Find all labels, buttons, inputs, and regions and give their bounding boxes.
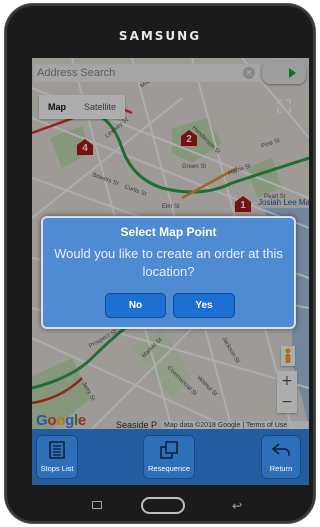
resequence-icon: [160, 441, 178, 459]
dialog-message: Would you like to create an order at thi…: [54, 246, 283, 279]
dialog-title: Select Map Point: [120, 225, 217, 239]
return-label: Return: [269, 464, 293, 473]
no-button[interactable]: No: [105, 293, 166, 318]
brand-logo: SAMSUNG: [118, 29, 202, 43]
yes-button[interactable]: Yes: [173, 293, 235, 318]
back-icon[interactable]: ↩: [232, 499, 242, 513]
home-button-icon[interactable]: [141, 497, 185, 514]
bottom-toolbar: Stops List Resequence Return: [32, 429, 309, 485]
resequence-label: Resequence: [147, 464, 191, 473]
return-button[interactable]: Return: [261, 435, 301, 479]
return-arrow-icon: [271, 443, 290, 456]
tablet-device: SAMSUNG Green St Curtis St Elm St Harris…: [5, 4, 315, 523]
stops-list-label: Stops List: [40, 464, 74, 473]
resequence-button[interactable]: Resequence: [143, 435, 195, 479]
app-screen: Green St Curtis St Elm St Harris St Pros…: [32, 58, 309, 485]
select-map-point-dialog: Select Map Point Would you like to creat…: [41, 216, 296, 329]
recent-apps-icon[interactable]: [92, 501, 102, 509]
device-nav-bar: ↩: [5, 491, 315, 521]
list-icon: [49, 441, 65, 459]
stops-list-button[interactable]: Stops List: [36, 435, 78, 479]
